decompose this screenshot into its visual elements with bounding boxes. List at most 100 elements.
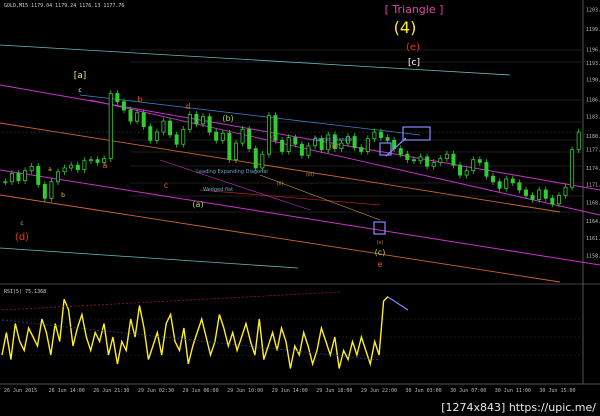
candle-body <box>62 167 67 173</box>
candle-body <box>372 131 377 140</box>
price-tick: 1186.9 <box>586 98 600 104</box>
time-tick: 29 Jun 18:00 <box>316 388 352 394</box>
price-tick: 1158.6 <box>586 254 600 260</box>
wave-label: (4) <box>394 18 417 37</box>
time-tick: 30 Jun 07:00 <box>450 388 486 394</box>
time-tick: 30 Jun 11:00 <box>495 388 531 394</box>
wave-label: [a] <box>74 71 87 81</box>
candle-body <box>510 178 515 184</box>
candle-body <box>214 131 219 141</box>
time-tick: 29 Jun 02:30 <box>138 388 174 394</box>
candle-body <box>425 156 430 167</box>
price-tick: 1171.5 <box>586 182 600 188</box>
candle-body <box>23 170 28 182</box>
trend-line <box>0 194 561 283</box>
candle-body <box>16 173 21 182</box>
price-tick: 1193.5 <box>586 61 600 67</box>
time-tick: 29 Jun 14:00 <box>272 388 308 394</box>
wave-label: (iv) <box>330 144 338 150</box>
candle-body <box>49 181 54 199</box>
candle-body <box>95 159 100 163</box>
candle-body <box>352 136 357 148</box>
price-tick: 1183.8 <box>586 115 600 121</box>
candle-body <box>458 164 463 176</box>
candle-body <box>405 153 410 161</box>
candle-body <box>306 145 311 156</box>
candle-body <box>141 112 146 127</box>
price-tick: 1174.5 <box>586 166 600 172</box>
candle-body <box>293 137 298 145</box>
candle-body <box>556 195 561 205</box>
wave-label: (a) <box>192 200 203 209</box>
candle-body <box>418 156 423 162</box>
candle-body <box>286 137 291 152</box>
wave-label: (c) <box>375 248 386 257</box>
price-tick: 1190.5 <box>586 78 600 84</box>
candle-body <box>359 147 364 152</box>
rsi-trendline <box>1 291 341 311</box>
wave-label: Wedged flat <box>203 187 233 193</box>
candle-body <box>121 101 126 111</box>
candle-body <box>299 143 304 156</box>
rsi-line <box>1 296 389 369</box>
wave-label: (ii) <box>277 181 284 187</box>
candle-body <box>260 153 265 169</box>
trading-chart: [ Triangle ] (4) (e) [c] [a] (d) (a) (b) (c) a b c a… <box>0 0 600 394</box>
price-tick: 1199.7 <box>586 27 600 33</box>
wave-label: [ Triangle ] <box>385 3 444 16</box>
candle-body <box>220 132 225 141</box>
candle-body <box>537 189 542 200</box>
time-tick: 26 Jun 21:30 <box>93 388 129 394</box>
wave-label: b <box>61 192 65 199</box>
candle-body <box>378 131 383 139</box>
candle-body <box>168 120 173 136</box>
candle-body <box>517 182 522 191</box>
price-tick: 1168.2 <box>586 201 600 207</box>
time-tick: 29 Jun 22:00 <box>361 388 397 394</box>
candle-body <box>187 114 192 130</box>
candle-body <box>161 120 166 133</box>
candle-body <box>543 189 548 199</box>
rsi-arrow <box>387 296 409 311</box>
candle-body <box>128 109 133 122</box>
wave-label: (v) <box>377 240 384 246</box>
candle-body <box>451 153 456 166</box>
time-tick: 29 Jun 06:00 <box>182 388 218 394</box>
candle-body <box>154 131 159 141</box>
candle-body <box>201 116 206 125</box>
candle-body <box>484 162 489 177</box>
candle-body <box>247 128 252 150</box>
wave-label: (iii) <box>306 172 314 178</box>
candle-body <box>135 112 140 122</box>
price-tick: 1161.8 <box>586 236 600 242</box>
candle-body <box>75 164 80 170</box>
candle-body <box>431 162 436 167</box>
candle-body <box>438 158 443 163</box>
watermark: [1274x843] https://upic.me/ <box>441 401 596 414</box>
time-tick: 26 Jun 2015 <box>4 388 37 394</box>
candle-body <box>227 132 232 161</box>
wave-label: a <box>103 161 108 170</box>
wave-label: (d) <box>15 232 29 243</box>
candle-body <box>88 159 93 162</box>
candle-body <box>115 93 120 103</box>
chart-title: GOLD,M15 1179.04 1179.24 1176.13 1177.76 <box>4 3 125 9</box>
candle-body <box>504 178 509 189</box>
wave-label: d <box>185 102 190 111</box>
candle-body <box>280 139 285 152</box>
wave-label: c <box>78 87 81 94</box>
candle-body <box>56 171 61 183</box>
candle-body <box>148 126 153 141</box>
candle-body <box>497 181 502 189</box>
candle-body <box>108 93 113 159</box>
wave-label: (b) <box>222 114 233 123</box>
price-tick: 1180.3 <box>586 134 600 140</box>
candle-body <box>576 131 581 151</box>
candle-body <box>174 134 179 145</box>
wave-label: a <box>48 166 52 173</box>
trend-line <box>0 169 600 266</box>
candle-body <box>550 197 555 205</box>
candle-body <box>29 165 34 172</box>
price-tick: 1177.8 <box>586 148 600 154</box>
price-tick: 1164.9 <box>586 219 600 225</box>
